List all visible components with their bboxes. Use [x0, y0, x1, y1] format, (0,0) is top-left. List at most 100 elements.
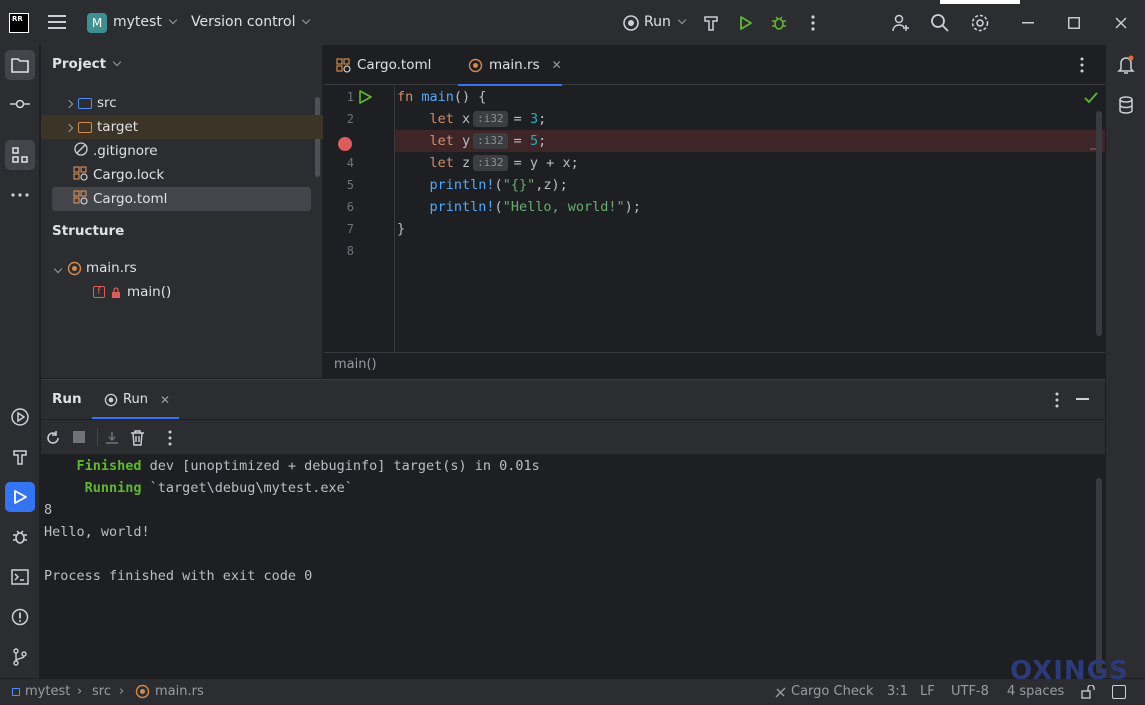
- structure-item-file[interactable]: main.rs: [41, 256, 323, 280]
- project-badge[interactable]: M: [87, 13, 107, 33]
- run-play-icon[interactable]: [734, 12, 756, 34]
- project-panel-header[interactable]: Project: [52, 56, 122, 72]
- notifications-bell-icon[interactable]: [1111, 50, 1141, 80]
- clear-trash-icon[interactable]: [130, 430, 145, 450]
- code-line[interactable]: println!("Hello, world!");: [397, 196, 641, 218]
- run-config-selector[interactable]: Run: [644, 14, 687, 30]
- close-tab-icon[interactable]: ✕: [552, 58, 562, 72]
- chevron-down-icon: [302, 15, 311, 25]
- tree-item-cargo-lock[interactable]: Cargo.lock: [41, 163, 323, 187]
- type-hint: :i32: [473, 111, 508, 127]
- main-menu-icon[interactable]: [48, 15, 66, 29]
- chevron-down-icon[interactable]: [53, 264, 63, 274]
- close-tab-icon[interactable]: ✕: [160, 393, 170, 407]
- breakpoint-icon[interactable]: [338, 137, 352, 151]
- debug-bug-icon[interactable]: [5, 522, 35, 552]
- gutter-divider: [394, 86, 395, 352]
- close-window-icon[interactable]: [1110, 12, 1132, 34]
- status-crumb-file[interactable]: main.rs: [155, 684, 204, 699]
- watermark: OXINGS: [1010, 656, 1129, 686]
- console-line: Running `target\debug\mytest.exe`: [84, 480, 353, 496]
- tree-item-label: Cargo.toml: [93, 191, 168, 207]
- code-line[interactable]: fn main() {: [397, 86, 486, 108]
- structure-icon[interactable]: [5, 140, 35, 170]
- tab-cargo-toml[interactable]: Cargo.toml: [336, 45, 431, 85]
- run-tab-label: Run: [123, 392, 148, 407]
- tree-item-src[interactable]: src: [41, 91, 323, 115]
- git-branch-icon[interactable]: [5, 642, 35, 672]
- code-line[interactable]: println!("{}",z);: [397, 174, 568, 196]
- memory-indicator-icon[interactable]: [1112, 685, 1126, 699]
- readonly-lock-icon[interactable]: [1081, 684, 1095, 703]
- tree-item-gitignore[interactable]: .gitignore: [41, 139, 323, 163]
- vcs-menu[interactable]: Version control: [191, 14, 311, 30]
- database-icon[interactable]: [1111, 90, 1141, 120]
- line-separator[interactable]: LF: [920, 684, 935, 699]
- rerun-icon[interactable]: [45, 430, 61, 450]
- rustrover-logo: RR: [9, 13, 29, 33]
- line-number: 5: [346, 178, 354, 192]
- run-gutter-icon[interactable]: [358, 90, 372, 108]
- more-vertical-icon[interactable]: [802, 12, 824, 34]
- background-window-edge: [940, 0, 1020, 4]
- code-line[interactable]: let x:i32 = 3;: [397, 108, 546, 130]
- add-user-icon[interactable]: [890, 12, 912, 34]
- scroll-to-end-icon[interactable]: [104, 430, 120, 450]
- caret-position[interactable]: 3:1: [887, 684, 908, 699]
- code-line[interactable]: }: [397, 218, 405, 240]
- editor-more-icon[interactable]: [1080, 57, 1084, 77]
- project-tool-folder-icon[interactable]: [5, 50, 35, 80]
- tree-item-target[interactable]: target: [41, 115, 323, 139]
- ignore-file-icon: [74, 142, 88, 156]
- run-options-icon[interactable]: [1055, 392, 1059, 412]
- folder-icon: [78, 121, 92, 133]
- project-panel: Project src target .gitignore Cargo.lock…: [41, 45, 323, 378]
- settings-gear-icon[interactable]: [969, 12, 991, 34]
- tree-item-cargo-toml[interactable]: Cargo.toml: [52, 187, 311, 211]
- search-icon[interactable]: [929, 12, 951, 34]
- line-number: 7: [346, 222, 354, 236]
- more-tools-icon[interactable]: [5, 180, 35, 210]
- problems-icon[interactable]: [5, 602, 35, 632]
- rust-file-icon: [67, 261, 82, 275]
- run-tool-icon[interactable]: [5, 482, 35, 512]
- indent-setting[interactable]: 4 spaces: [1007, 684, 1064, 699]
- stop-icon[interactable]: [73, 431, 85, 443]
- debug-bug-icon[interactable]: [768, 12, 790, 34]
- cargo-check-toggle[interactable]: Cargo Check: [791, 684, 874, 699]
- code-line[interactable]: let y:i32 = 5;: [397, 130, 546, 152]
- editor-breadcrumb[interactable]: main(): [324, 352, 1105, 378]
- minimize-icon[interactable]: [1017, 12, 1039, 34]
- console-scrollbar[interactable]: [1096, 478, 1102, 674]
- commit-icon[interactable]: [5, 89, 35, 119]
- run-tab[interactable]: Run ✕: [92, 380, 179, 419]
- rust-file-icon: [468, 58, 483, 72]
- chevron-right-icon[interactable]: [64, 123, 74, 133]
- line-gutter[interactable]: 1 2 3 4 5 6 7 8: [324, 86, 394, 352]
- project-switcher[interactable]: mytest: [113, 14, 178, 30]
- editor-scrollbar[interactable]: [1096, 111, 1102, 336]
- status-crumb-project[interactable]: mytest: [25, 684, 70, 699]
- no-problems-check-icon[interactable]: [1084, 92, 1098, 108]
- file-encoding[interactable]: UTF-8: [951, 684, 989, 699]
- build-hammer-icon[interactable]: [5, 442, 35, 472]
- line-number: 4: [346, 156, 354, 170]
- tab-main-rs[interactable]: main.rs ✕: [458, 45, 562, 86]
- maximize-icon[interactable]: [1063, 12, 1085, 34]
- build-hammer-icon[interactable]: [700, 12, 722, 34]
- right-tool-strip: [1105, 45, 1145, 678]
- chevron-right-icon[interactable]: [64, 99, 74, 109]
- code-line[interactable]: let z:i32 = y + x;: [397, 152, 579, 174]
- function-icon: f: [93, 286, 105, 298]
- project-name: mytest: [113, 14, 162, 30]
- line-number: 2: [346, 112, 354, 126]
- chevron-right-icon: ›: [77, 684, 83, 699]
- services-run-icon[interactable]: [5, 402, 35, 432]
- more-actions-icon[interactable]: [168, 430, 172, 450]
- status-crumb-folder[interactable]: src: [92, 684, 111, 699]
- line-number: 6: [346, 200, 354, 214]
- hide-panel-icon[interactable]: [1076, 398, 1089, 400]
- structure-item-fn[interactable]: f main(): [41, 280, 323, 304]
- editor-tabs: Cargo.toml main.rs ✕: [324, 45, 1105, 86]
- terminal-icon[interactable]: [5, 562, 35, 592]
